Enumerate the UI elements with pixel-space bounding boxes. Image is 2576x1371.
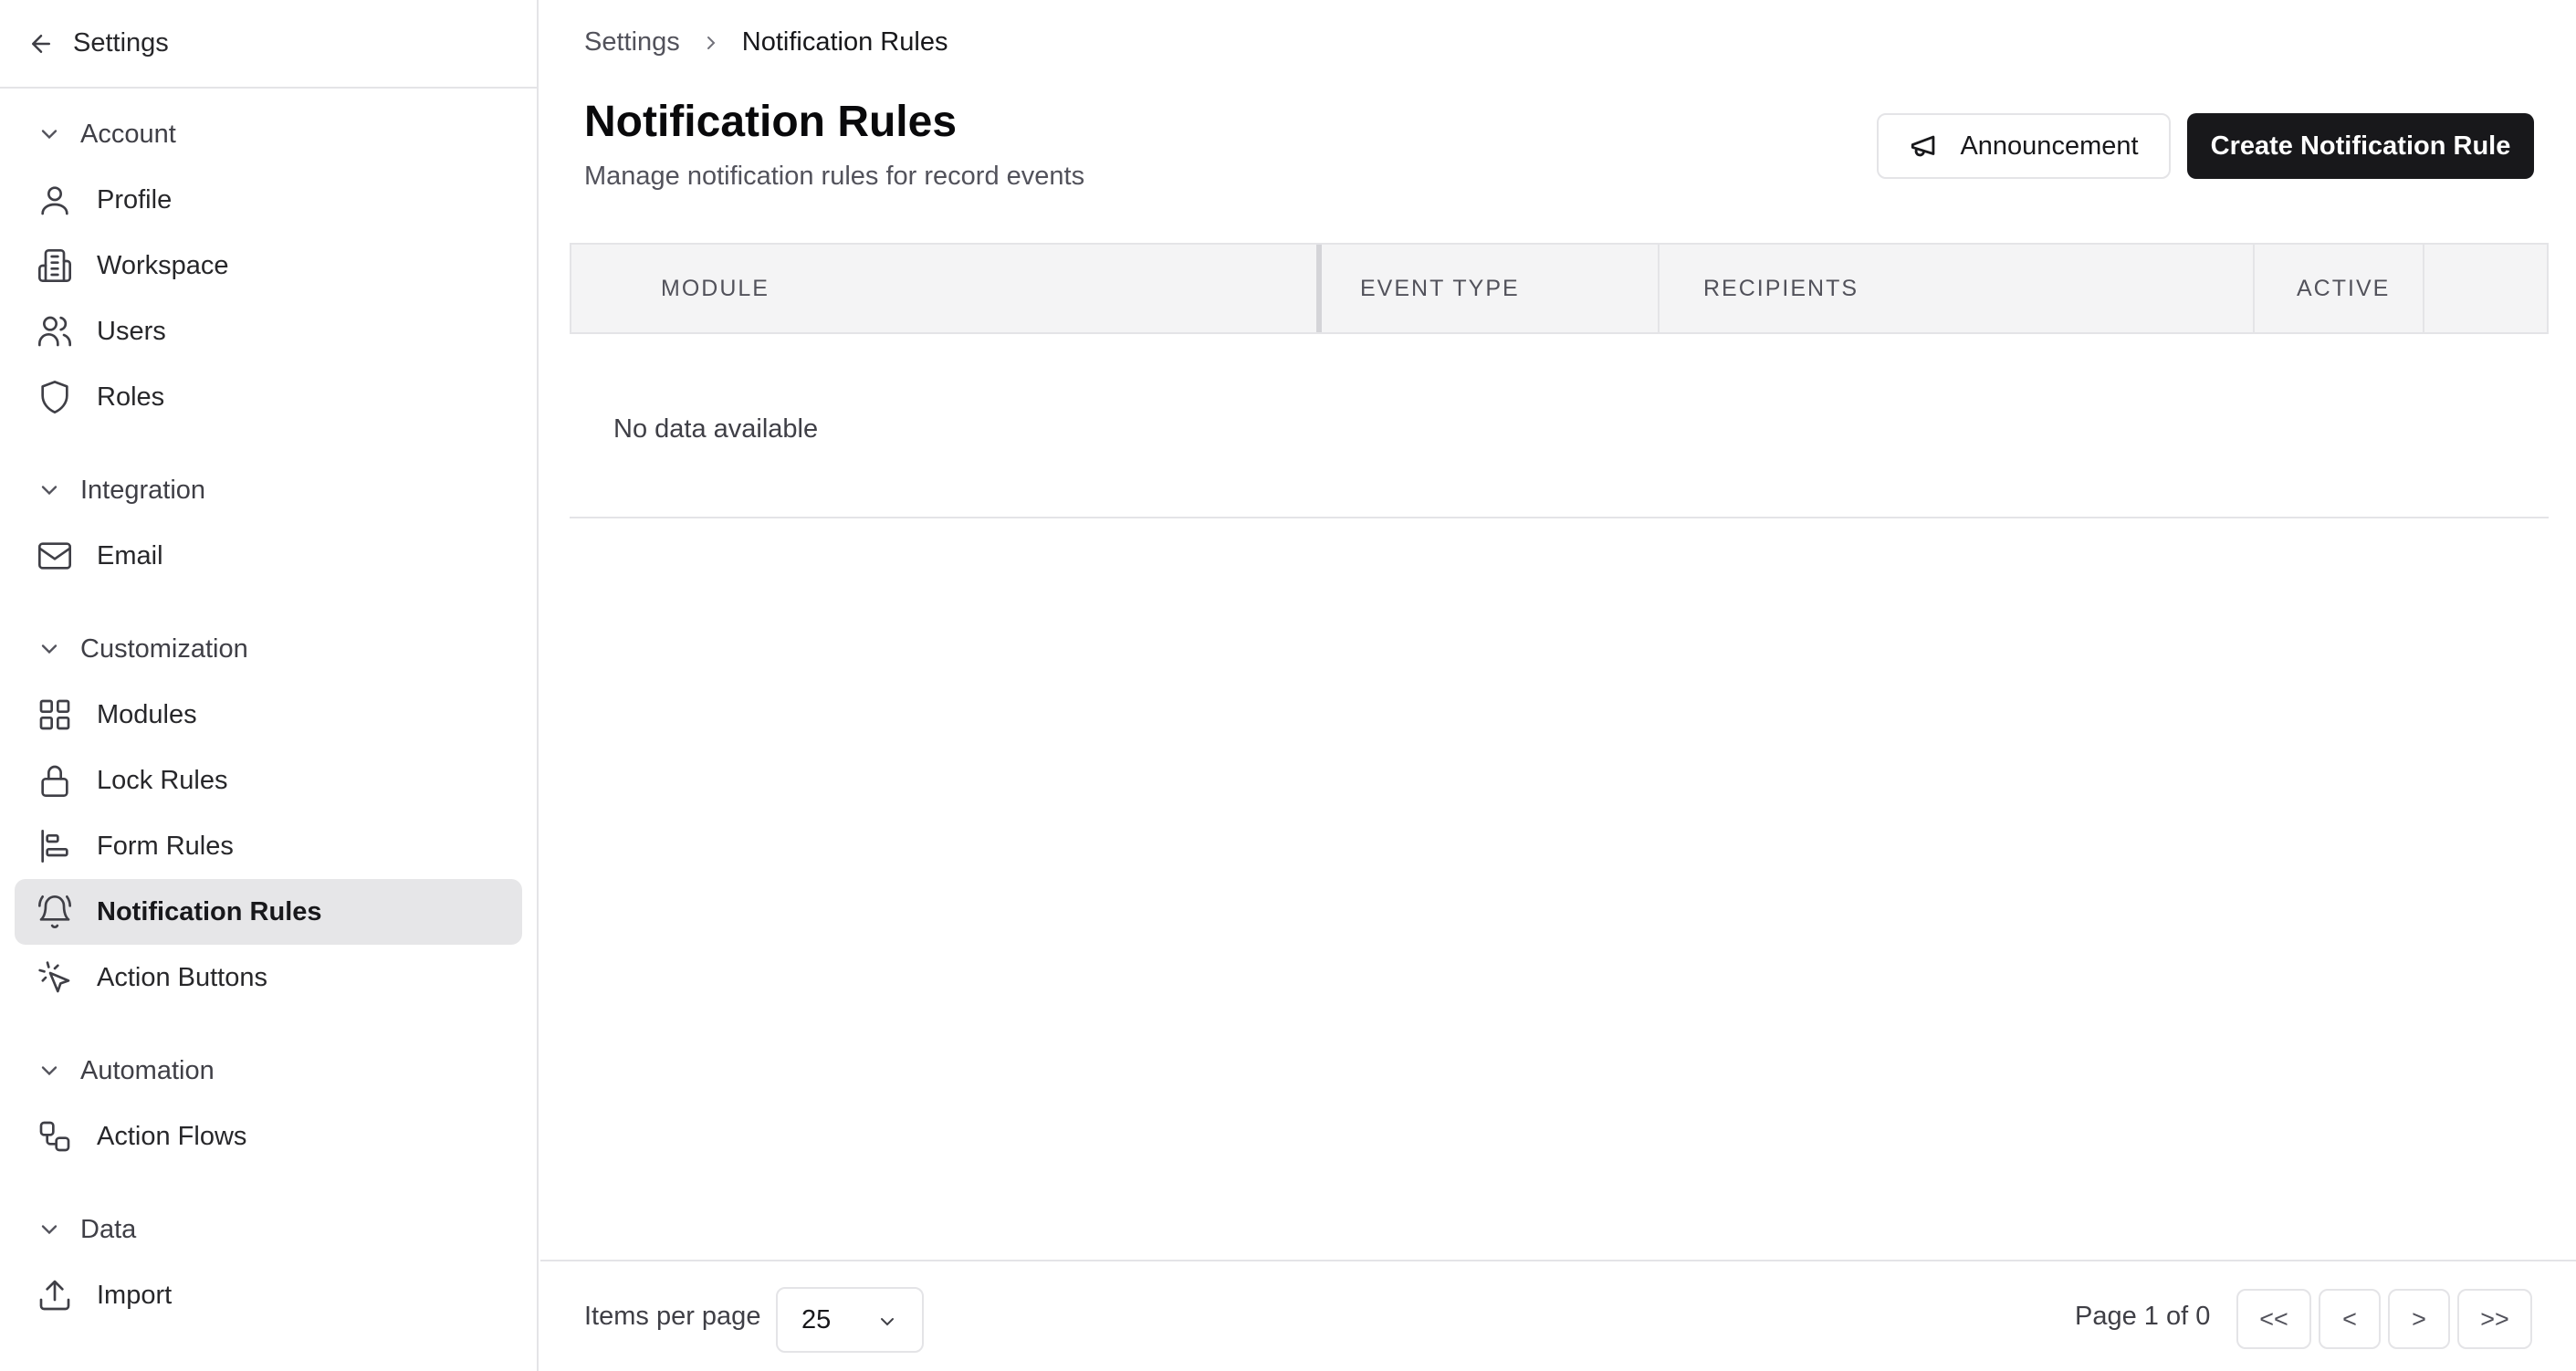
chevron-down-icon (881, 1318, 894, 1326)
chevron-down-icon (41, 486, 58, 496)
group-data[interactable]: Data (15, 1197, 522, 1262)
sidebar-item-profile[interactable]: Profile (15, 167, 522, 233)
notification-rules-table: MODULE EVENT TYPE RECIPIENTS ACTIVE No d… (570, 243, 2549, 518)
group-label: Integration (80, 475, 206, 505)
sidebar-item-label: Lock Rules (97, 765, 228, 795)
sidebar-item-label: Action Buttons (97, 962, 267, 992)
column-header-recipients[interactable]: RECIPIENTS (1660, 245, 2255, 332)
table-body: No data available (570, 334, 2549, 518)
column-header-event-type[interactable]: EVENT TYPE (1322, 245, 1660, 332)
breadcrumb-settings-link[interactable]: Settings (584, 27, 680, 58)
sidebar-item-label: Users (97, 316, 166, 346)
announcement-button[interactable]: Announcement (1877, 113, 2171, 179)
building-icon (38, 249, 71, 282)
mail-icon (38, 542, 71, 570)
create-notification-rule-button[interactable]: Create Notification Rule (2187, 113, 2534, 179)
page-info: Page 1 of 0 (2075, 1302, 2211, 1331)
page-subtitle: Manage notification rules for record eve… (584, 162, 1085, 191)
column-header-active[interactable]: ACTIVE (2255, 245, 2424, 332)
sidebar-item-label: Action Flows (97, 1121, 247, 1151)
next-page-button[interactable]: > (2388, 1289, 2450, 1349)
shield-icon (41, 381, 68, 413)
main-content: Settings Notification Rules Notification… (540, 0, 2576, 1371)
align-left-icon (41, 830, 68, 863)
sidebar-item-label: Modules (97, 699, 197, 729)
sidebar-item-modules[interactable]: Modules (15, 682, 522, 748)
sidebar-item-lock-rules[interactable]: Lock Rules (15, 748, 522, 813)
sidebar-item-notification-rules[interactable]: Notification Rules (15, 879, 522, 945)
chevron-down-icon (41, 1066, 58, 1076)
chevron-down-icon (41, 1225, 58, 1235)
sidebar-item-import[interactable]: Import (15, 1262, 522, 1328)
workflow-icon (39, 1121, 70, 1152)
items-per-page-label: Items per page (584, 1302, 761, 1331)
group-account[interactable]: Account (15, 101, 522, 167)
announcement-label: Announcement (1960, 131, 2139, 161)
breadcrumb-current: Notification Rules (741, 27, 948, 57)
sidebar-item-label: Email (97, 540, 163, 570)
upload-icon (39, 1280, 70, 1311)
first-page-button[interactable]: << (2236, 1289, 2311, 1349)
grid-icon (39, 699, 70, 730)
items-per-page-select[interactable]: 25 (776, 1287, 924, 1353)
megaphone-icon (1911, 135, 1935, 157)
lock-icon (41, 765, 68, 797)
sidebar-item-email[interactable]: Email (15, 523, 522, 589)
sidebar-item-label: Profile (97, 184, 173, 215)
group-label: Customization (80, 633, 248, 664)
pointer-click-icon (38, 961, 70, 993)
user-icon (41, 186, 68, 215)
sidebar-item-form-rules[interactable]: Form Rules (15, 813, 522, 879)
chevron-down-icon (41, 644, 58, 654)
prev-page-button[interactable]: < (2319, 1289, 2381, 1349)
page-title: Notification Rules (584, 98, 958, 146)
empty-state-text: No data available (613, 414, 819, 444)
group-integration[interactable]: Integration (15, 457, 522, 523)
bell-icon (38, 895, 71, 928)
column-header-module[interactable]: MODULE (571, 245, 1322, 332)
sidebar-item-workspace[interactable]: Workspace (15, 233, 522, 298)
breadcrumb: Settings Notification Rules (584, 27, 948, 58)
arrow-left-icon (32, 34, 50, 53)
sidebar-item-label: Form Rules (97, 831, 234, 861)
table-header: MODULE EVENT TYPE RECIPIENTS ACTIVE (570, 243, 2549, 334)
sidebar-item-label: Roles (97, 382, 165, 412)
column-header-actions (2424, 245, 2547, 332)
group-label: Account (80, 119, 176, 149)
sidebar-item-action-flows[interactable]: Action Flows (15, 1104, 522, 1169)
sidebar-item-label: Import (97, 1280, 173, 1310)
settings-sidebar: Settings Account Profile Workspace Users… (0, 0, 539, 1371)
sidebar-item-users[interactable]: Users (15, 298, 522, 364)
sidebar-item-action-buttons[interactable]: Action Buttons (15, 945, 522, 1010)
back-label: Settings (73, 28, 169, 58)
sidebar-item-label: Notification Rules (97, 896, 322, 926)
pagination-footer: Items per page 25 Page 1 of 0 << < > >> (540, 1260, 2576, 1371)
sidebar-item-label: Workspace (97, 250, 229, 280)
chevron-right-icon (707, 36, 716, 49)
group-label: Automation (80, 1055, 215, 1085)
last-page-button[interactable]: >> (2457, 1289, 2532, 1349)
group-automation[interactable]: Automation (15, 1038, 522, 1104)
users-icon (38, 316, 71, 347)
items-per-page-value: 25 (801, 1304, 832, 1334)
back-to-settings[interactable]: Settings (0, 0, 537, 89)
sidebar-item-roles[interactable]: Roles (15, 364, 522, 430)
group-customization[interactable]: Customization (15, 616, 522, 682)
group-label: Data (80, 1214, 137, 1244)
chevron-down-icon (41, 130, 58, 140)
